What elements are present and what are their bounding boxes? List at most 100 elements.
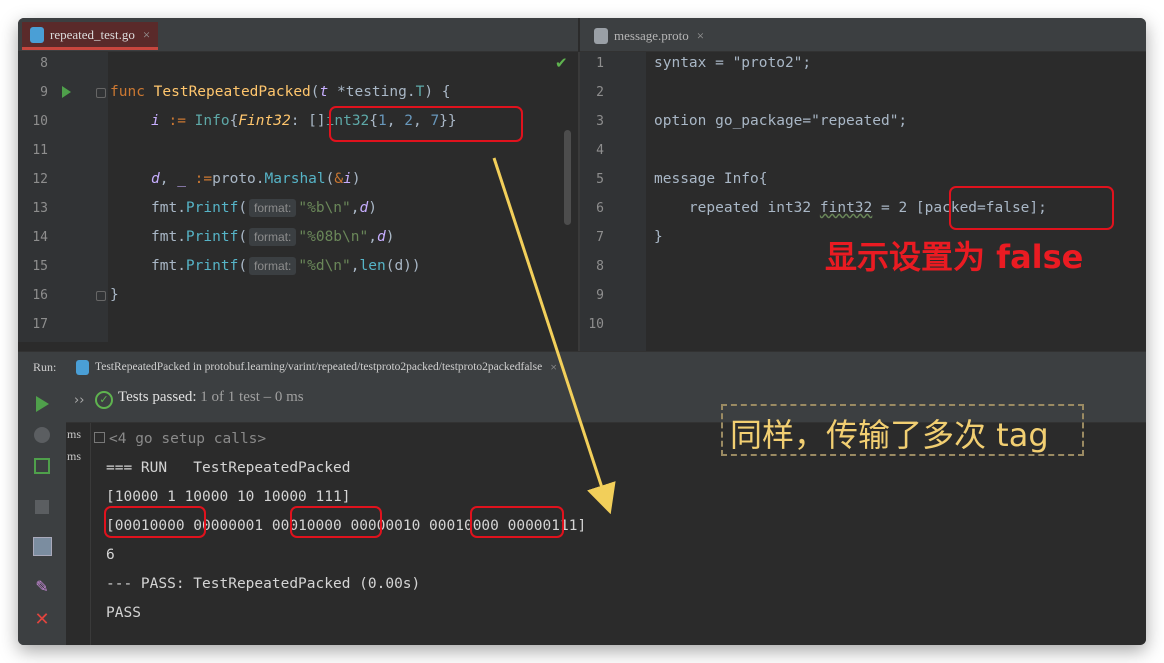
yellow-annotation: 同样，传输了多次 tag bbox=[730, 416, 1049, 454]
code-line: 16 } bbox=[18, 281, 578, 310]
line-number: 9 bbox=[40, 85, 48, 100]
code-text: } bbox=[654, 229, 663, 245]
tab-label: repeated_test.go bbox=[50, 26, 135, 42]
test-console[interactable]: <4 go setup calls> === RUN TestRepeatedP… bbox=[91, 423, 1146, 645]
play-icon bbox=[35, 396, 49, 412]
line-number: 7 bbox=[596, 230, 604, 245]
parameter-hint: format: bbox=[249, 199, 297, 217]
tab-repeated-test-go[interactable]: repeated_test.go × bbox=[22, 22, 159, 50]
code-line: 9 func TestRepeatedPacked(t *testing.T) … bbox=[18, 78, 578, 107]
close-run-button[interactable]: ✕ bbox=[31, 608, 53, 630]
code-line: 14 fmt.Printf(format: "%08b\n",d) bbox=[18, 223, 578, 252]
pin-icon: ✎ bbox=[35, 576, 49, 596]
line-number: 9 bbox=[596, 288, 604, 303]
line-number: 10 bbox=[32, 114, 48, 129]
parameter-hint: format: bbox=[249, 257, 297, 275]
run-config-label: TestRepeatedPacked in protobuf.learning/… bbox=[95, 361, 543, 373]
run-tool-header: Run: TestRepeatedPacked in protobuf.lear… bbox=[18, 351, 1146, 382]
test-tree[interactable]: ) ms ) ms bbox=[66, 423, 91, 645]
close-icon[interactable]: × bbox=[697, 28, 704, 44]
highlight-box bbox=[949, 186, 1114, 230]
console-line: <4 go setup calls> bbox=[94, 425, 266, 454]
tests-passed-status: Tests passed: 1 of 1 test – 0 ms bbox=[118, 389, 304, 405]
line-number: 17 bbox=[32, 317, 48, 332]
run-label: Run: bbox=[33, 360, 57, 374]
code-line: 3 option go_package="repeated"; bbox=[580, 107, 1146, 136]
code-text: fmt.Printf(format: "%d\n",len(d)) bbox=[151, 257, 421, 275]
run-test-icon[interactable] bbox=[62, 86, 71, 98]
expand-chevron-icon[interactable]: ›› bbox=[74, 393, 84, 408]
tab-label: message.proto bbox=[614, 28, 689, 43]
console-line: --- PASS: TestRepeatedPacked (0.00s) bbox=[106, 576, 421, 592]
close-icon[interactable]: × bbox=[550, 360, 557, 375]
line-number: 3 bbox=[596, 114, 604, 129]
left-tab-bar: repeated_test.go × bbox=[18, 18, 578, 52]
code-line: 9 bbox=[580, 281, 1146, 310]
tab-message-proto[interactable]: message.proto × bbox=[586, 22, 713, 50]
code-line: 17 bbox=[18, 310, 578, 339]
stop-icon bbox=[35, 500, 49, 514]
run-config-tab[interactable]: TestRepeatedPacked in protobuf.learning/… bbox=[76, 356, 557, 378]
line-number: 2 bbox=[596, 85, 604, 100]
highlight-box bbox=[290, 506, 382, 538]
toggle-auto-test-button[interactable] bbox=[31, 455, 53, 477]
go-editor[interactable]: ✔ 8 9 func TestRepeatedPacked(t *testing… bbox=[18, 52, 578, 342]
code-line: 15 fmt.Printf(format: "%d\n",len(d)) bbox=[18, 252, 578, 281]
layout-button[interactable] bbox=[31, 535, 53, 557]
code-line: 4 bbox=[580, 136, 1146, 165]
expand-icon[interactable] bbox=[94, 431, 105, 443]
pin-button[interactable]: ✎ bbox=[31, 575, 53, 597]
stop-button[interactable] bbox=[31, 496, 53, 518]
parameter-hint: format: bbox=[249, 228, 297, 246]
code-line: 10 bbox=[580, 310, 1146, 339]
highlight-box bbox=[470, 506, 564, 538]
rerun-failed-icon bbox=[34, 427, 50, 443]
code-line: 1 syntax = "proto2"; bbox=[580, 52, 1146, 78]
go-file-icon bbox=[30, 26, 44, 43]
line-number: 1 bbox=[596, 56, 604, 71]
code-text: d, _ :=proto.Marshal(&i) bbox=[151, 171, 361, 187]
line-number: 12 bbox=[32, 172, 48, 187]
test-duration: ) ms bbox=[66, 427, 81, 441]
fold-icon[interactable] bbox=[96, 88, 106, 98]
auto-test-icon bbox=[34, 458, 50, 474]
check-icon: ✓ bbox=[95, 391, 113, 409]
code-text: message Info{ bbox=[654, 171, 768, 187]
line-number: 5 bbox=[596, 172, 604, 187]
line-number: 11 bbox=[32, 143, 48, 158]
rerun-button[interactable] bbox=[31, 393, 53, 415]
code-text: fmt.Printf(format: "%b\n",d) bbox=[151, 199, 377, 217]
console-line: === RUN TestRepeatedPacked bbox=[106, 460, 351, 476]
run-toolbar: ✎ ✕ bbox=[18, 382, 67, 645]
close-icon: ✕ bbox=[34, 608, 50, 630]
highlight-box bbox=[104, 506, 206, 538]
console-line: PASS bbox=[106, 605, 141, 621]
line-number: 4 bbox=[596, 143, 604, 158]
layout-icon bbox=[32, 536, 52, 556]
code-line: 13 fmt.Printf(format: "%b\n",d) bbox=[18, 194, 578, 223]
right-tab-bar: message.proto × bbox=[580, 18, 1146, 52]
code-line: 12 d, _ :=proto.Marshal(&i) bbox=[18, 165, 578, 194]
rerun-failed-button[interactable] bbox=[31, 424, 53, 446]
line-number: 8 bbox=[596, 259, 604, 274]
line-number: 10 bbox=[588, 317, 604, 332]
code-line: 8 bbox=[18, 52, 578, 78]
line-number: 6 bbox=[596, 201, 604, 216]
code-text: syntax = "proto2"; bbox=[654, 55, 812, 71]
console-line: 6 bbox=[106, 547, 115, 563]
line-number: 14 bbox=[32, 230, 48, 245]
proto-file-icon bbox=[594, 28, 608, 44]
highlight-box bbox=[329, 106, 523, 142]
test-duration: ) ms bbox=[66, 449, 81, 463]
code-text: fmt.Printf(format: "%08b\n",d) bbox=[151, 228, 395, 246]
line-number: 13 bbox=[32, 201, 48, 216]
ide-window: repeated_test.go × message.proto × ✔ 8 9… bbox=[18, 18, 1146, 645]
line-number: 8 bbox=[40, 56, 48, 71]
code-text: option go_package="repeated"; bbox=[654, 113, 908, 129]
code-text: func TestRepeatedPacked(t *testing.T) { bbox=[110, 84, 451, 100]
go-test-icon bbox=[76, 359, 89, 375]
red-annotation: 显示设置为 false bbox=[825, 238, 1084, 276]
fold-icon[interactable] bbox=[96, 291, 106, 301]
close-icon[interactable]: × bbox=[143, 27, 150, 43]
code-line: 2 bbox=[580, 78, 1146, 107]
